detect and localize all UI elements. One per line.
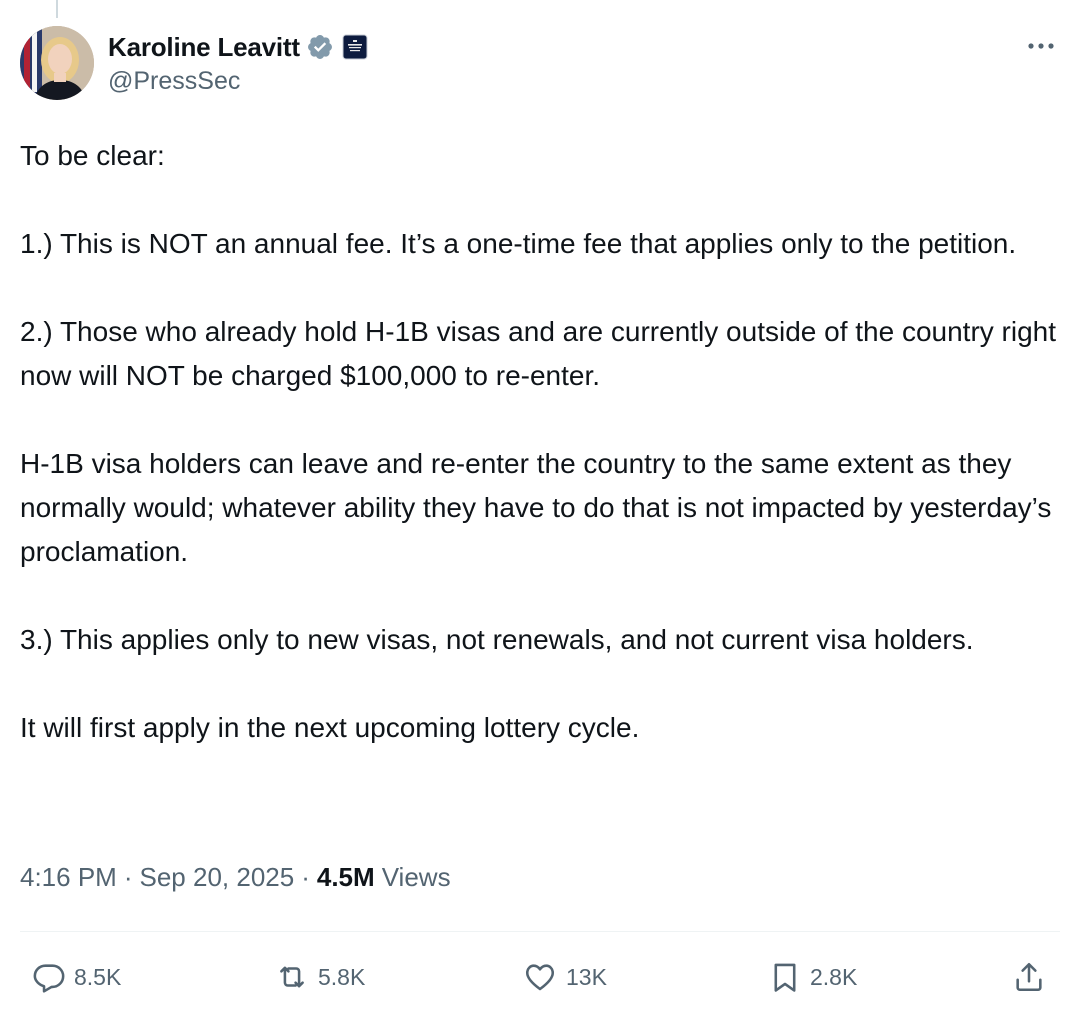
avatar-image bbox=[20, 26, 94, 100]
verified-badge-icon[interactable] bbox=[306, 33, 334, 61]
thread-connector-line bbox=[56, 0, 58, 18]
display-name[interactable]: Karoline Leavitt bbox=[108, 32, 300, 63]
bookmark-button[interactable]: 2.8K bbox=[768, 954, 857, 1000]
bookmark-count: 2.8K bbox=[810, 963, 858, 990]
tweet-paragraph: 2.) Those who already hold H-1B visas an… bbox=[20, 316, 1057, 391]
like-count: 13K bbox=[566, 963, 607, 990]
share-icon bbox=[1012, 959, 1046, 995]
tweet-header: Karoline Leavitt @PressSec bbox=[20, 26, 1060, 102]
more-options-icon[interactable] bbox=[1024, 34, 1058, 58]
avatar[interactable] bbox=[20, 26, 94, 100]
views-count[interactable]: 4.5M bbox=[317, 862, 375, 893]
author-handle[interactable]: @PressSec bbox=[108, 67, 368, 96]
author-identity: Karoline Leavitt @PressSec bbox=[108, 30, 368, 96]
tweet-paragraph: H-1B visa holders can leave and re-enter… bbox=[20, 448, 1052, 567]
tweet-date[interactable]: Sep 20, 2025 bbox=[140, 862, 295, 893]
share-button[interactable] bbox=[1012, 954, 1046, 1000]
reply-count: 8.5K bbox=[74, 963, 122, 990]
meta-separator: · bbox=[123, 862, 133, 892]
repost-icon bbox=[274, 960, 310, 994]
white-house-affiliate-icon[interactable] bbox=[342, 34, 368, 60]
reply-icon bbox=[32, 960, 66, 994]
action-bar: 8.5K 5.8K 13K 2.8K bbox=[20, 954, 1060, 1000]
meta-separator: · bbox=[301, 862, 310, 892]
tweet-paragraph: It will first apply in the next upcoming… bbox=[20, 712, 640, 743]
tweet-paragraph: To be clear: bbox=[20, 140, 165, 171]
views-label[interactable]: Views bbox=[382, 862, 451, 893]
tweet-paragraph: 1.) This is NOT an annual fee. It’s a on… bbox=[20, 228, 1017, 259]
name-row: Karoline Leavitt bbox=[108, 30, 368, 64]
tweet-text: To be clear: 1.) This is NOT an annual f… bbox=[20, 134, 1060, 750]
divider bbox=[20, 931, 1060, 932]
tweet-time[interactable]: 4:16 PM bbox=[20, 862, 117, 893]
tweet-metadata: 4:16 PM · Sep 20, 2025 · 4.5M Views bbox=[20, 862, 451, 893]
bookmark-icon bbox=[768, 959, 802, 995]
like-button[interactable]: 13K bbox=[522, 954, 607, 1000]
reply-button[interactable]: 8.5K bbox=[32, 954, 121, 1000]
tweet-paragraph: 3.) This applies only to new visas, not … bbox=[20, 624, 974, 655]
heart-icon bbox=[522, 960, 558, 994]
repost-count: 5.8K bbox=[318, 963, 366, 990]
repost-button[interactable]: 5.8K bbox=[274, 954, 365, 1000]
